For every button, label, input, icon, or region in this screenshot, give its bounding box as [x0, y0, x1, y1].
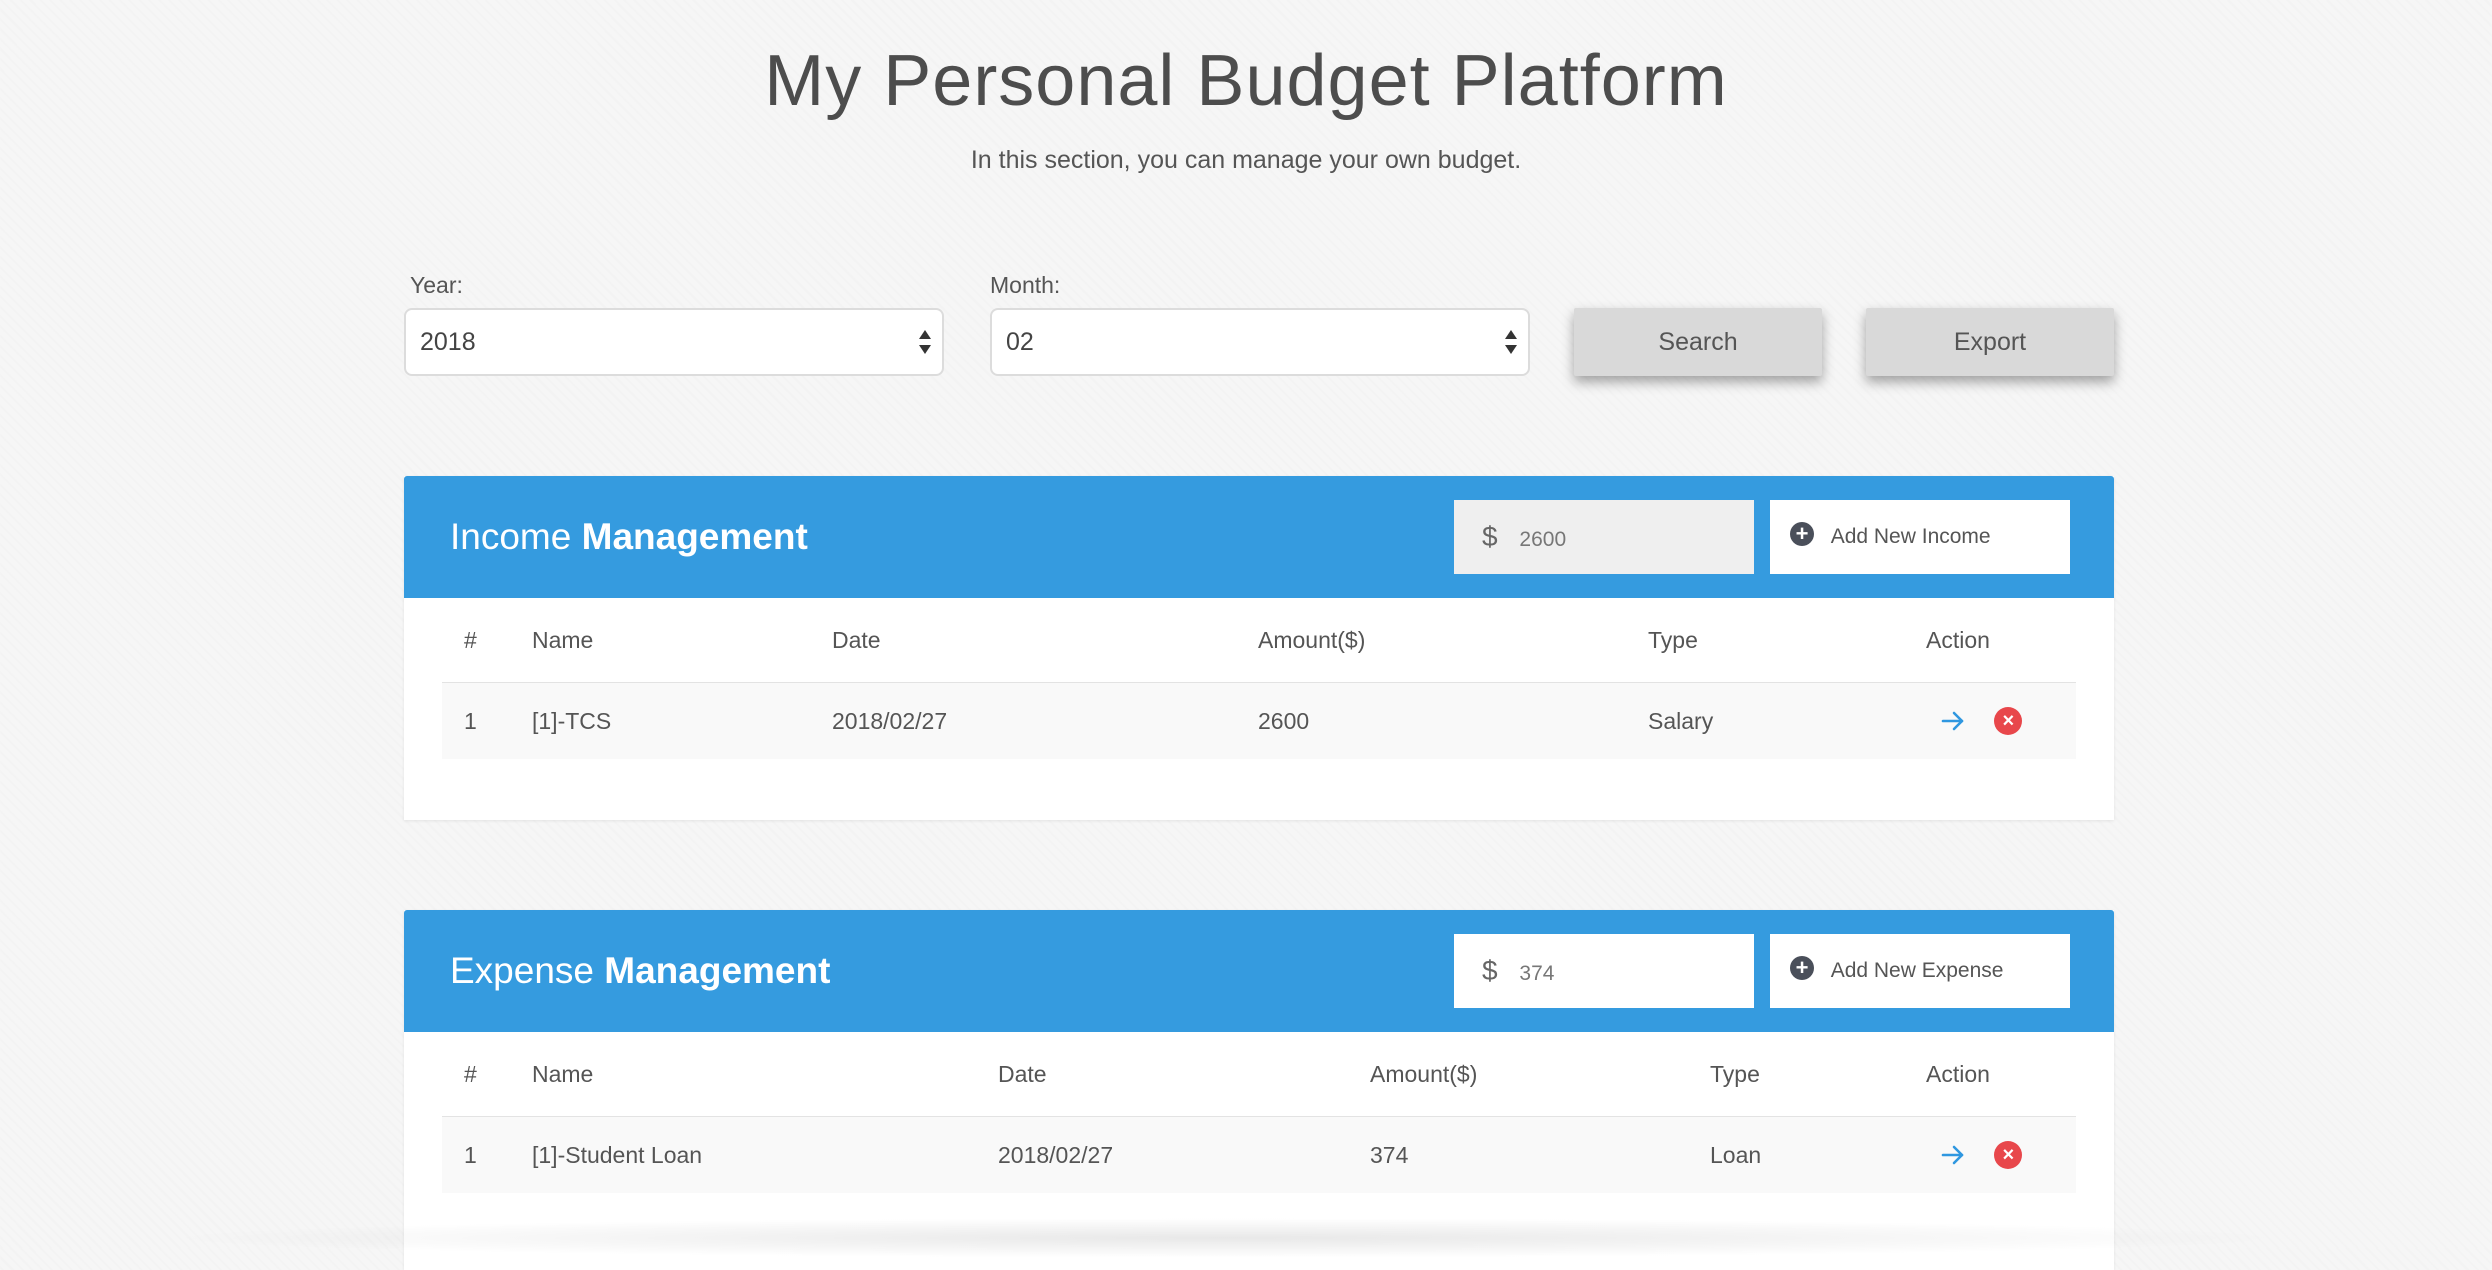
col-name: Name — [532, 1032, 998, 1117]
expense-panel: Expense Management $ 374 + Add New Expen… — [404, 910, 2114, 1270]
close-circle-icon[interactable]: × — [1994, 1141, 2023, 1170]
page-title: My Personal Budget Platform — [764, 41, 1728, 121]
col-action: Action — [1926, 598, 2076, 683]
table-row: 1 [1]-Student Loan 2018/02/27 374 Loan × — [442, 1116, 2076, 1193]
row-date: 2018/02/27 — [832, 682, 1258, 759]
col-number: # — [442, 1032, 532, 1117]
row-amount: 2600 — [1258, 682, 1648, 759]
col-amount: Amount($) — [1370, 1032, 1710, 1117]
arrow-right-icon[interactable] — [1940, 1142, 1966, 1168]
row-actions: × — [1926, 1116, 2076, 1193]
expense-total-field[interactable]: $ 374 — [1454, 934, 1754, 1008]
income-panel-header: Income Management $ 2600 + Add New Incom… — [404, 476, 2114, 598]
close-circle-icon[interactable]: × — [1994, 707, 2023, 736]
page-subtitle: In this section, you can manage your own… — [970, 146, 1522, 174]
row-amount: 374 — [1370, 1116, 1710, 1193]
year-select[interactable]: 2018 — [404, 308, 944, 376]
col-date: Date — [998, 1032, 1370, 1117]
year-select-value: 2018 — [420, 328, 476, 356]
expense-panel-title: Expense Management — [450, 950, 830, 992]
page-bottom-shadow — [150, 1218, 2300, 1258]
expense-panel-header: Expense Management $ 374 + Add New Expen… — [404, 910, 2114, 1032]
plus-circle-icon: + — [1790, 956, 1814, 981]
col-number: # — [442, 598, 532, 683]
income-table-header: # Name Date Amount($) Type Action — [442, 598, 2076, 683]
col-type: Type — [1710, 1032, 1926, 1117]
row-number: 1 — [442, 682, 532, 759]
col-type: Type — [1648, 598, 1926, 683]
income-total-value: 2600 — [1519, 528, 1567, 551]
table-row: 1 [1]-TCS 2018/02/27 2600 Salary × — [442, 682, 2076, 759]
search-button[interactable]: Search — [1574, 308, 1822, 376]
col-amount: Amount($) — [1258, 598, 1648, 683]
income-title-bold: Management — [581, 516, 808, 557]
month-label: Month: — [990, 272, 1061, 298]
income-total-field[interactable]: $ 2600 — [1454, 500, 1754, 574]
add-new-expense-label: Add New Expense — [1830, 959, 2004, 982]
col-name: Name — [532, 598, 832, 683]
expense-total-value: 374 — [1519, 962, 1555, 985]
row-number: 1 — [442, 1116, 532, 1193]
row-actions: × — [1926, 682, 2076, 759]
row-name: [1]-TCS — [532, 682, 832, 759]
col-date: Date — [832, 598, 1258, 683]
row-date: 2018/02/27 — [998, 1116, 1370, 1193]
select-arrows-icon — [919, 330, 931, 354]
income-panel-title: Income Management — [450, 516, 808, 558]
expense-table-header: # Name Date Amount($) Type Action — [442, 1032, 2076, 1117]
add-new-income-button[interactable]: + Add New Income — [1770, 500, 2070, 574]
income-title-light: Income — [450, 516, 572, 557]
row-type: Loan — [1710, 1116, 1926, 1193]
income-table: # Name Date Amount($) Type Action 1 [1]-… — [442, 598, 2076, 759]
export-button[interactable]: Export — [1866, 308, 2114, 376]
month-select[interactable]: 02 — [990, 308, 1530, 376]
dollar-icon: $ — [1482, 521, 1498, 552]
year-label: Year: — [410, 272, 463, 298]
arrow-right-icon[interactable] — [1940, 708, 1966, 734]
col-action: Action — [1926, 1032, 2076, 1117]
expense-title-light: Expense — [450, 950, 594, 991]
row-type: Salary — [1648, 682, 1926, 759]
dollar-icon: $ — [1482, 955, 1498, 986]
add-new-expense-button[interactable]: + Add New Expense — [1770, 934, 2070, 1008]
row-name: [1]-Student Loan — [532, 1116, 998, 1193]
add-new-income-label: Add New Income — [1830, 525, 1991, 548]
month-select-value: 02 — [1006, 328, 1034, 356]
income-panel: Income Management $ 2600 + Add New Incom… — [404, 476, 2114, 820]
plus-circle-icon: + — [1790, 522, 1814, 547]
expense-table: # Name Date Amount($) Type Action 1 [1]-… — [442, 1032, 2076, 1193]
select-arrows-icon — [1505, 330, 1517, 354]
expense-title-bold: Management — [604, 950, 831, 991]
